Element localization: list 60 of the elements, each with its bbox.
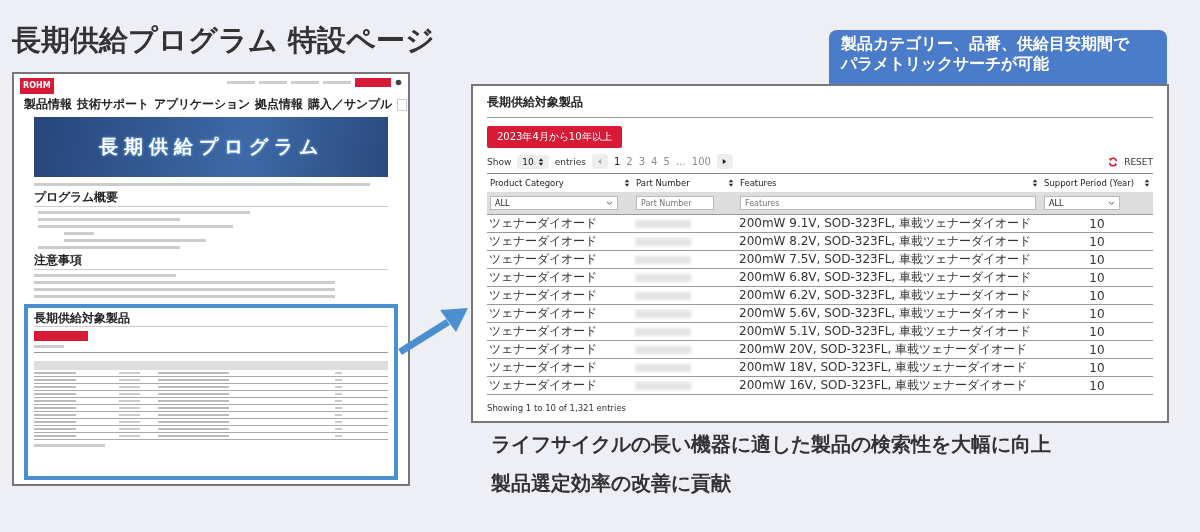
callout-text: パラメトリックサーチが可能: [841, 54, 1050, 74]
benefit-text: ライフサイクルの長い機器に適した製品の検索性を大幅に向上: [491, 431, 1052, 458]
page-size-select[interactable]: 10: [517, 154, 549, 169]
banner-title: 長期供給プログラム: [98, 134, 324, 159]
table-cell: 10: [1089, 270, 1105, 285]
page-link[interactable]: 1: [613, 156, 621, 167]
column-header[interactable]: Features: [740, 178, 777, 188]
table-cell: 10: [1089, 306, 1105, 321]
table-cell: ツェナーダイオード: [489, 234, 597, 248]
table-cell: ツェナーダイオード: [489, 360, 597, 374]
table-cell: 200mW 20V, SOD-323FL, 車載ツェナーダイオード: [739, 342, 1028, 356]
features-field[interactable]: Features: [740, 196, 1036, 210]
table-cell: ツェナーダイオード: [489, 342, 597, 356]
table-cell: ツェナーダイオード: [489, 378, 597, 392]
section-heading: 長期供給対象製品: [34, 311, 388, 327]
panel-title: 長期供給対象製品: [487, 94, 1153, 118]
table-cell: ツェナーダイオード: [489, 324, 597, 338]
table-cell: 10: [1089, 378, 1105, 393]
table-cell: 200mW 5.6V, SOD-323FL, 車載ツェナーダイオード: [739, 306, 1031, 320]
table-cell: 200mW 6.2V, SOD-323FL, 車載ツェナーダイオード: [739, 288, 1031, 302]
column-header[interactable]: Support Period (Year): [1044, 178, 1135, 188]
table-cell: 200mW 18V, SOD-323FL, 車載ツェナーダイオード: [739, 360, 1028, 374]
page-link[interactable]: …: [675, 156, 686, 167]
entries-label: entries: [554, 156, 586, 167]
table-cell: 10: [1089, 324, 1105, 339]
column-header[interactable]: Part Number: [636, 178, 690, 188]
table-cell: 10: [1089, 342, 1105, 357]
table-cell: 10: [1089, 252, 1105, 267]
table-cell: ツェナーダイオード: [489, 252, 597, 266]
section-heading: プログラム概要: [34, 190, 388, 207]
period-select[interactable]: ALL: [1044, 196, 1120, 210]
category-select[interactable]: ALL: [490, 196, 618, 210]
page-title: 長期供給プログラム 特設ページ: [12, 22, 436, 59]
table-cell: 200mW 16V, SOD-323FL, 車載ツェナーダイオード: [739, 378, 1028, 392]
show-label: Show: [487, 156, 512, 167]
table-cell: ツェナーダイオード: [489, 216, 597, 230]
section-heading: 注意事項: [34, 253, 388, 270]
table-cell: 200mW 6.8V, SOD-323FL, 車載ツェナーダイオード: [739, 270, 1031, 284]
table-cell: ツェナーダイオード: [489, 270, 597, 284]
table-cell: 10: [1089, 360, 1105, 375]
table-cell: ツェナーダイオード: [489, 288, 597, 302]
entries-info: Showing 1 to 10 of 1,321 entries: [487, 403, 628, 413]
table-cell: 10: [1089, 234, 1105, 249]
table-cell: 10: [1089, 288, 1105, 303]
reset-button[interactable]: RESET: [1124, 156, 1153, 167]
filter-button[interactable]: 2023年4月から10年以上: [487, 126, 622, 148]
table-cell: 200mW 9.1V, SOD-323FL, 車載ツェナーダイオード: [739, 216, 1031, 230]
logo: ROHM: [20, 78, 54, 94]
page-link[interactable]: 5: [663, 156, 670, 167]
table-cell: ツェナーダイオード: [489, 306, 597, 320]
table-cell: 200mW 8.2V, SOD-323FL, 車載ツェナーダイオード: [739, 234, 1031, 248]
column-header[interactable]: Product Category: [490, 178, 564, 188]
table-cell: 200mW 7.5V, SOD-323FL, 車載ツェナーダイオード: [739, 252, 1031, 266]
page-link[interactable]: 100: [691, 156, 711, 167]
callout-text: 製品カテゴリー、品番、供給目安期間で: [841, 34, 1131, 54]
part-number-field[interactable]: Part Number: [636, 196, 714, 210]
table-cell: 200mW 5.1V, SOD-323FL, 車載ツェナーダイオード: [739, 324, 1031, 338]
table-cell: 10: [1089, 216, 1105, 231]
benefit-text: 製品選定効率の改善に貢献: [491, 470, 732, 497]
page-link[interactable]: 3: [638, 156, 646, 167]
